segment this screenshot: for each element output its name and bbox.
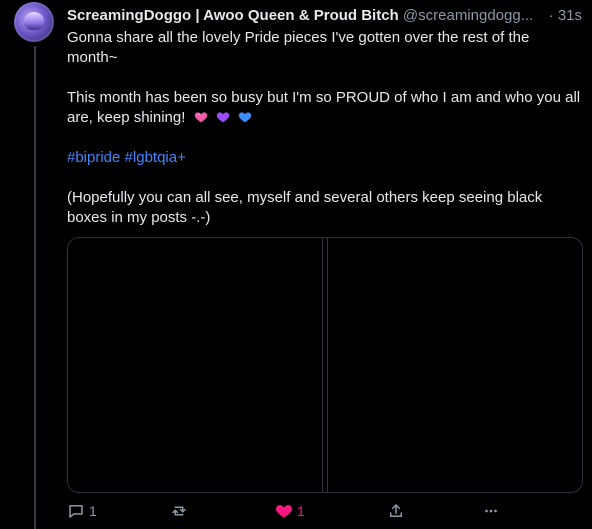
media-grid (67, 237, 583, 493)
blue-heart-icon (238, 112, 252, 123)
heart-filled-icon (276, 505, 292, 518)
thread-line (34, 46, 36, 529)
post-header: ScreamingDoggo | Awoo Queen & Proud Bitc… (67, 5, 587, 27)
media-image-2[interactable] (327, 238, 582, 492)
post-line-3: (Hopefully you can all see, myself and s… (67, 189, 543, 226)
author-avatar[interactable] (14, 2, 54, 42)
pink-heart-icon (194, 112, 207, 123)
more-horizontal-icon (485, 509, 497, 513)
post-actions: 1 1 (67, 500, 582, 522)
share-icon (390, 504, 402, 517)
hashtag-bipride[interactable]: #bipride (67, 149, 120, 166)
reply-button[interactable]: 1 (67, 500, 97, 522)
repost-button[interactable] (170, 500, 188, 522)
post-line-1: Gonna share all the lovely Pride pieces … (67, 29, 530, 66)
reply-count: 1 (89, 503, 97, 519)
hashtag-lgbtqia[interactable]: #lgbtqia+ (125, 149, 186, 166)
reply-icon (69, 505, 83, 518)
timestamp-value: 31s (557, 7, 582, 24)
share-button[interactable] (387, 500, 405, 522)
purple-heart-icon (216, 112, 229, 123)
author-handle[interactable]: @screamingdogg... (403, 7, 533, 24)
timestamp[interactable]: · 31s (549, 5, 582, 27)
post-line-2: This month has been so busy but I'm so P… (67, 88, 582, 128)
post-line-2-text: This month has been so busy but I'm so P… (67, 89, 581, 126)
timestamp-separator: · (548, 7, 554, 24)
like-button[interactable]: 1 (275, 500, 305, 522)
media-image-1[interactable] (68, 238, 323, 492)
like-count: 1 (297, 503, 305, 519)
post-body: Gonna share all the lovely Pride pieces … (67, 28, 582, 228)
repost-icon (172, 506, 186, 516)
author-name[interactable]: ScreamingDoggo | Awoo Queen & Proud Bitc… (67, 7, 399, 24)
more-options-button[interactable] (482, 500, 500, 522)
hashtags: #bipride #lgbtqia+ (67, 148, 582, 168)
